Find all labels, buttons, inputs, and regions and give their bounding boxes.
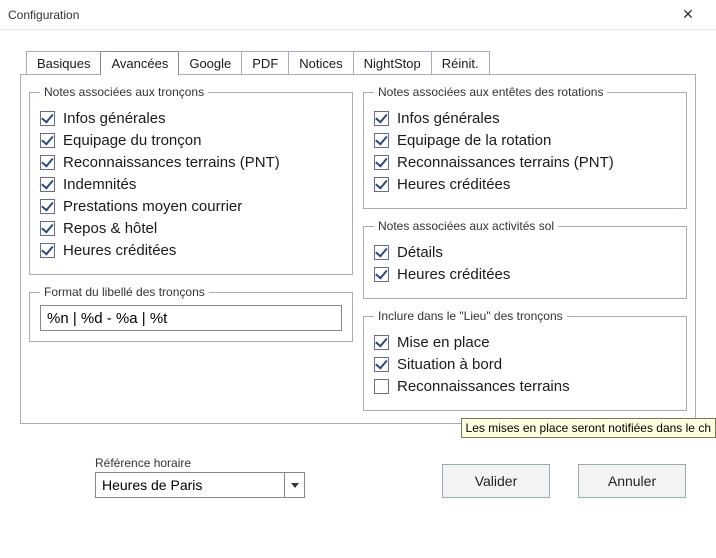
checkbox-icon[interactable] [374, 357, 389, 372]
checkbox-label: Heures créditées [397, 266, 510, 283]
close-icon[interactable]: ✕ [668, 1, 708, 29]
ref-horaire-combo[interactable]: Heures de Paris [95, 472, 305, 498]
window-title: Configuration [8, 8, 668, 22]
tooltip: Les mises en place seront notifiées dans… [461, 418, 716, 438]
checkbox-label: Equipage du tronçon [63, 132, 201, 149]
checkbox-label: Reconnaissances terrains (PNT) [397, 154, 614, 171]
checkbox-label: Détails [397, 244, 443, 261]
checkbox-icon[interactable] [374, 111, 389, 126]
validate-button[interactable]: Valider [442, 464, 550, 498]
checkbox-icon[interactable] [40, 133, 55, 148]
tab-notices[interactable]: Notices [288, 51, 353, 75]
checkbox-icon[interactable] [374, 155, 389, 170]
troncons-item[interactable]: Heures créditées [40, 242, 342, 259]
checkbox-label: Heures créditées [63, 242, 176, 259]
checkbox-label: Reconnaissances terrains (PNT) [63, 154, 280, 171]
troncons-item[interactable]: Infos générales [40, 110, 342, 127]
troncons-item[interactable]: Reconnaissances terrains (PNT) [40, 154, 342, 171]
lieu-item[interactable]: Situation à bord [374, 356, 676, 373]
checkbox-label: Heures créditées [397, 176, 510, 193]
checkbox-label: Repos & hôtel [63, 220, 157, 237]
lieu-item[interactable]: Mise en place [374, 334, 676, 351]
troncons-item[interactable]: Repos & hôtel [40, 220, 342, 237]
tab-nightstop[interactable]: NightStop [353, 51, 432, 75]
format-input[interactable] [40, 305, 342, 331]
sol-item[interactable]: Détails [374, 244, 676, 261]
sol-item[interactable]: Heures créditées [374, 266, 676, 283]
checkbox-label: Infos générales [397, 110, 500, 127]
tab-basiques[interactable]: Basiques [26, 51, 101, 75]
checkbox-icon[interactable] [40, 177, 55, 192]
checkbox-label: Equipage de la rotation [397, 132, 551, 149]
checkbox-icon[interactable] [40, 155, 55, 170]
group-notes-rotations: Notes associées aux entêtes des rotation… [363, 85, 687, 209]
tab-rinit[interactable]: Réinit. [431, 51, 490, 75]
group-legend: Notes associées aux tronçons [40, 85, 208, 99]
checkbox-label: Infos générales [63, 110, 166, 127]
group-legend: Notes associées aux entêtes des rotation… [374, 85, 607, 99]
checkbox-label: Indemnités [63, 176, 136, 193]
group-legend: Notes associées aux activités sol [374, 219, 558, 233]
cancel-button[interactable]: Annuler [578, 464, 686, 498]
tab-panel-avancees: Notes associées aux tronçons Infos génér… [20, 74, 696, 424]
group-lieu-troncons: Inclure dans le "Lieu" des tronçons Mise… [363, 309, 687, 411]
button-label: Valider [475, 473, 518, 489]
tab-google[interactable]: Google [178, 51, 242, 75]
troncons-item[interactable]: Prestations moyen courrier [40, 198, 342, 215]
rotations-item[interactable]: Reconnaissances terrains (PNT) [374, 154, 676, 171]
checkbox-label: Mise en place [397, 334, 490, 351]
group-legend: Inclure dans le "Lieu" des tronçons [374, 309, 567, 323]
checkbox-icon[interactable] [374, 177, 389, 192]
tabstrip: BasiquesAvancéesGooglePDFNoticesNightSto… [26, 50, 696, 74]
rotations-item[interactable]: Heures créditées [374, 176, 676, 193]
checkbox-icon[interactable] [374, 245, 389, 260]
rotations-item[interactable]: Infos générales [374, 110, 676, 127]
checkbox-icon[interactable] [40, 221, 55, 236]
button-label: Annuler [608, 473, 656, 489]
lieu-item[interactable]: Reconnaissances terrains [374, 378, 676, 395]
checkbox-icon[interactable] [374, 267, 389, 282]
checkbox-label: Reconnaissances terrains [397, 378, 570, 395]
group-notes-troncons: Notes associées aux tronçons Infos génér… [29, 85, 353, 275]
tab-pdf[interactable]: PDF [241, 51, 289, 75]
titlebar: Configuration ✕ [0, 0, 716, 30]
group-legend: Format du libellé des tronçons [40, 285, 209, 299]
checkbox-icon[interactable] [40, 199, 55, 214]
group-format-libelle: Format du libellé des tronçons [29, 285, 353, 342]
troncons-item[interactable]: Equipage du tronçon [40, 132, 342, 149]
checkbox-label: Situation à bord [397, 356, 502, 373]
group-notes-sol: Notes associées aux activités sol Détail… [363, 219, 687, 299]
checkbox-icon[interactable] [40, 111, 55, 126]
rotations-item[interactable]: Equipage de la rotation [374, 132, 676, 149]
checkbox-icon[interactable] [40, 243, 55, 258]
checkbox-icon[interactable] [374, 133, 389, 148]
tab-avances[interactable]: Avancées [100, 51, 179, 75]
chevron-down-icon [284, 473, 304, 497]
checkbox-icon[interactable] [374, 335, 389, 350]
troncons-item[interactable]: Indemnités [40, 176, 342, 193]
checkbox-icon[interactable] [374, 379, 389, 394]
combo-value: Heures de Paris [96, 477, 284, 493]
ref-horaire-label: Référence horaire [95, 456, 305, 470]
checkbox-label: Prestations moyen courrier [63, 198, 242, 215]
